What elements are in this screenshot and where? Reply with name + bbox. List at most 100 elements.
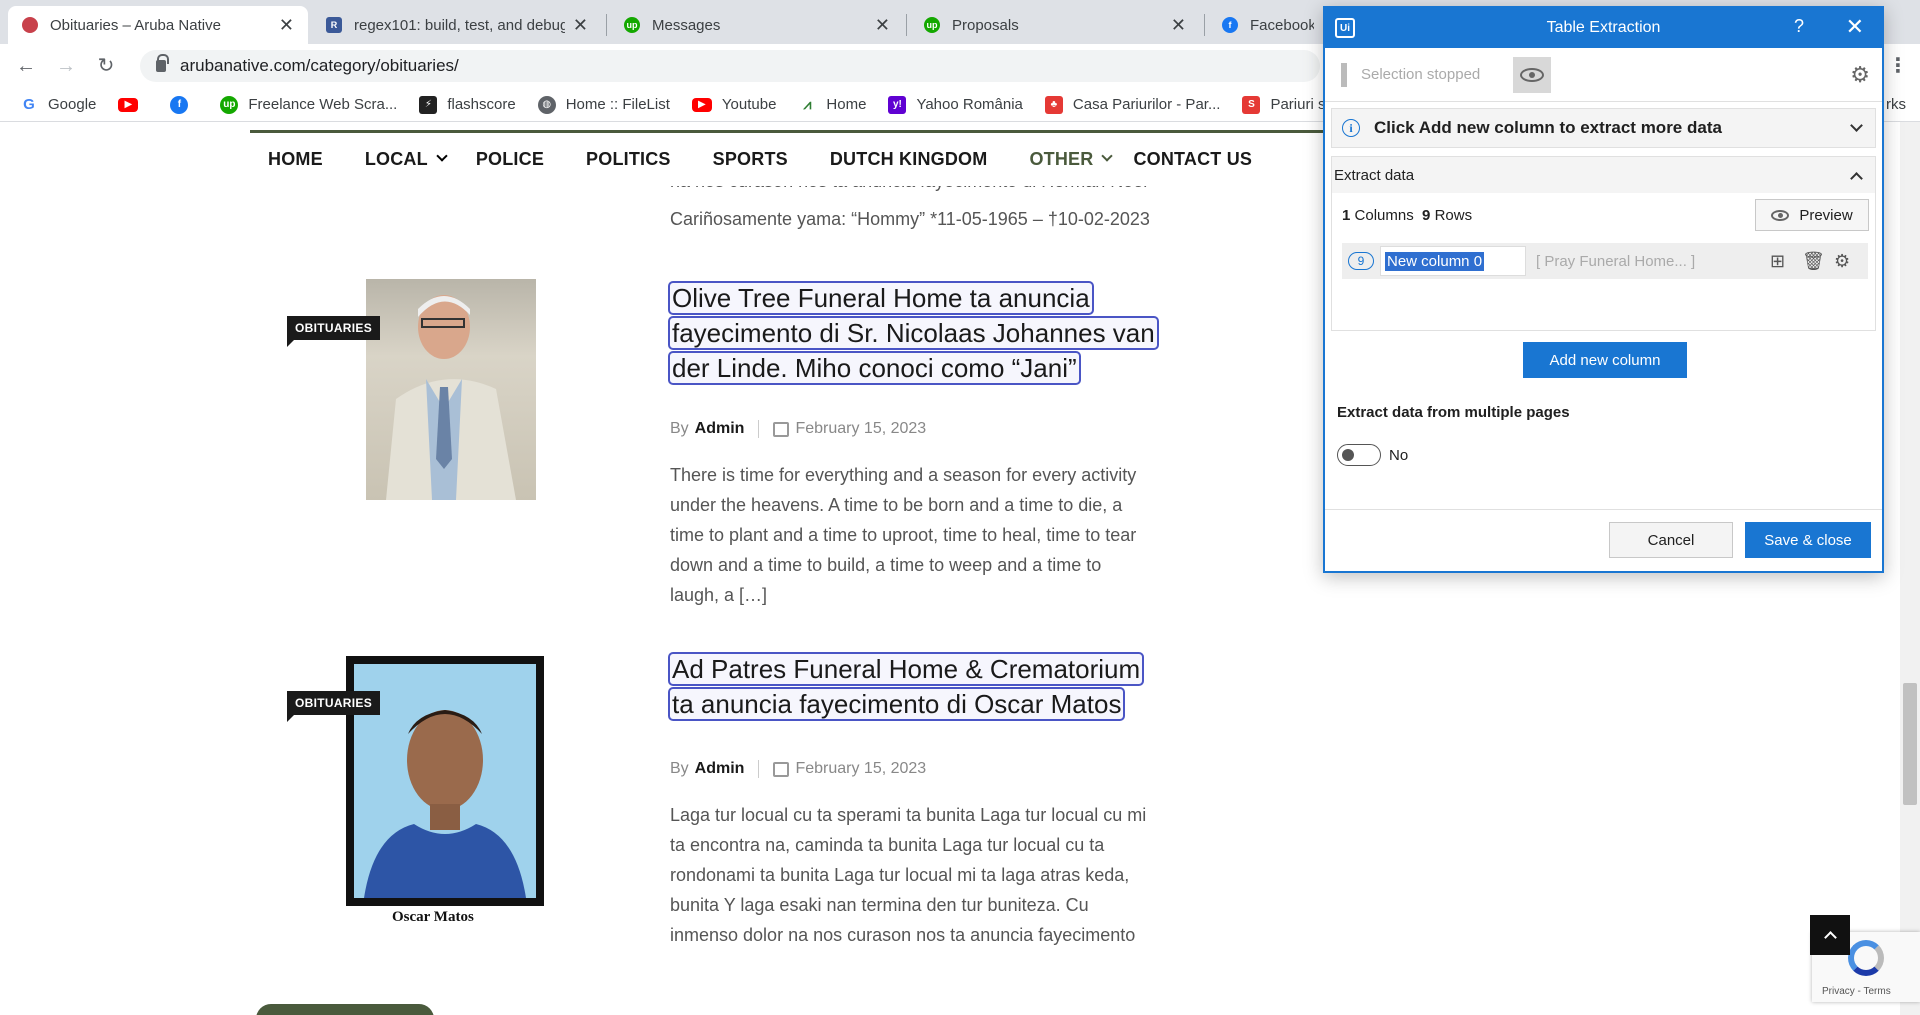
pause-icon[interactable]: [1341, 62, 1347, 87]
article-title-line[interactable]: fayecimento di Sr. Nicolaas Johannes van: [668, 316, 1159, 350]
close-icon[interactable]: ✕: [1171, 15, 1186, 36]
nav-home[interactable]: HOME: [268, 149, 323, 170]
portrait-image: [386, 295, 516, 500]
bookmark-youtube[interactable]: ▶: [118, 97, 148, 112]
bookmark-label: Google: [48, 96, 97, 113]
bookmarks-overflow[interactable]: rks: [1886, 96, 1906, 113]
highlight-toggle-button[interactable]: [1513, 57, 1551, 93]
address-bar[interactable]: arubanative.com/category/obituaries/: [140, 50, 1320, 82]
gear-icon[interactable]: ⚙: [1834, 251, 1850, 272]
bookmark-filelist[interactable]: ◍ Home :: FileList: [537, 95, 670, 114]
chevron-down-icon[interactable]: [436, 149, 448, 162]
regex101-icon: R: [326, 17, 342, 33]
pagination-pill[interactable]: [256, 1004, 434, 1015]
chevron-up-icon[interactable]: [1850, 172, 1863, 185]
save-close-button[interactable]: Save & close: [1745, 522, 1871, 558]
nav-other[interactable]: OTHER: [1029, 149, 1093, 170]
article-title[interactable]: Olive Tree Funeral Home ta anuncia fayec…: [668, 281, 1170, 386]
nav-dutch-kingdom[interactable]: DUTCH KINGDOM: [830, 149, 988, 170]
nav-contact-us[interactable]: CONTACT US: [1133, 149, 1252, 170]
reload-icon[interactable]: ↻: [92, 52, 120, 80]
article-date[interactable]: February 15, 2023: [795, 760, 926, 778]
column-row-counts: 1 Columns 9 Rows: [1342, 207, 1472, 224]
preview-label: Preview: [1799, 206, 1853, 224]
cancel-button[interactable]: Cancel: [1609, 522, 1733, 558]
extract-data-section: Extract data 1 Columns 9 Rows Preview 9 …: [1331, 156, 1876, 331]
multi-page-toggle[interactable]: [1337, 444, 1381, 466]
preview-button[interactable]: Preview: [1755, 199, 1869, 231]
section-header[interactable]: Extract data: [1332, 157, 1875, 193]
nav-sports[interactable]: SPORTS: [713, 149, 788, 170]
recaptcha-footer[interactable]: Privacy - Terms: [1822, 986, 1891, 997]
tab-proposals[interactable]: up Proposals ✕: [910, 6, 1200, 44]
bookmark-google[interactable]: G Google: [20, 95, 97, 114]
delete-icon[interactable]: 🗑: [1802, 251, 1825, 272]
article-excerpt: Laga tur locual cu ta sperami ta bunita …: [670, 800, 1170, 950]
back-arrow-icon[interactable]: ←: [12, 52, 40, 80]
category-badge[interactable]: OBITUARIES: [287, 691, 381, 722]
excerpt-line: time to plant and a time to uproot, time…: [670, 525, 1137, 545]
close-icon[interactable]: ✕: [573, 15, 588, 36]
scrollbar-thumb[interactable]: [1903, 683, 1917, 805]
menu-icon[interactable]: ⋮: [1884, 52, 1912, 80]
page-scrollbar[interactable]: [1900, 122, 1920, 1015]
forward-arrow-icon[interactable]: →: [52, 52, 80, 80]
tab-divider: [906, 14, 907, 36]
tab-regex101[interactable]: R regex101: build, test, and debug ✕: [312, 6, 602, 44]
upwork-icon: up: [924, 17, 940, 33]
meta-divider: [758, 760, 760, 778]
selection-toolbar: Selection stopped ⚙: [1325, 48, 1882, 102]
tab-title: Obituaries – Aruba Native: [50, 16, 221, 34]
bookmark-facebook[interactable]: f: [170, 95, 198, 114]
help-icon[interactable]: ?: [1794, 16, 1804, 37]
article-title-line[interactable]: Olive Tree Funeral Home ta anuncia: [668, 281, 1094, 315]
bookmark-freelance[interactable]: up Freelance Web Scra...: [220, 95, 398, 114]
tab-obituaries[interactable]: Obituaries – Aruba Native ✕: [8, 6, 308, 44]
bookmark-youtube-2[interactable]: ▶ Youtube: [691, 96, 777, 113]
excerpt-line: There is time for everything and a seaso…: [670, 465, 1137, 485]
bookmark-yahoo[interactable]: y! Yahoo România: [888, 95, 1023, 114]
selection-status: Selection stopped: [1361, 66, 1481, 83]
bookmark-home[interactable]: ⩘ Home: [798, 95, 867, 114]
bookmark-flashscore[interactable]: ⚡ flashscore: [419, 95, 516, 114]
article-photo[interactable]: [366, 279, 536, 500]
article-title-line[interactable]: ta anuncia fayecimento di Oscar Matos: [667, 687, 1126, 721]
dialog-titlebar[interactable]: Ui Table Extraction ? ✕: [1325, 8, 1882, 48]
column-row[interactable]: 9 New column 0 [ Pray Funeral Home... ] …: [1342, 243, 1868, 279]
nav-police[interactable]: POLICE: [476, 149, 544, 170]
nav-local[interactable]: LOCAL: [365, 149, 428, 170]
article-date[interactable]: February 15, 2023: [795, 420, 926, 438]
home-icon: ⩘: [798, 95, 817, 114]
yahoo-icon: y!: [888, 95, 907, 114]
bookmark-label: Home: [826, 96, 867, 113]
column-name-input[interactable]: New column 0: [1380, 246, 1526, 276]
chevron-down-icon[interactable]: [1101, 149, 1114, 162]
lock-icon: [156, 54, 169, 72]
category-badge[interactable]: OBITUARIES: [287, 316, 381, 347]
info-banner[interactable]: i Click Add new column to extract more d…: [1331, 108, 1876, 148]
excerpt-line: bunita Y laga esaki nan termina den tur …: [670, 895, 1089, 915]
article-title-line[interactable]: Ad Patres Funeral Home & Crematorium: [667, 652, 1145, 686]
gear-icon[interactable]: ⚙: [1850, 64, 1870, 86]
bookmark-casa[interactable]: ♣ Casa Pariurilor - Par...: [1044, 95, 1220, 114]
facebook-icon: f: [170, 95, 189, 114]
site-main-nav: HOME LOCAL POLICE POLITICS SPORTS DUTCH …: [250, 130, 1350, 186]
back-to-top-button[interactable]: [1810, 915, 1850, 955]
article-title-line[interactable]: der Linde. Miho conoci como “Jani”: [668, 351, 1081, 385]
close-icon[interactable]: ✕: [875, 15, 890, 36]
edit-column-icon[interactable]: ⊞: [1770, 251, 1785, 272]
previous-excerpt-line: Cariñosamente yama: “Hommy” *11-05-1965 …: [670, 209, 1150, 229]
close-icon[interactable]: ✕: [1846, 14, 1864, 40]
author-link[interactable]: Admin: [695, 760, 745, 778]
bookmark-label: Freelance Web Scra...: [248, 96, 398, 113]
article-excerpt: There is time for everything and a seaso…: [670, 460, 1170, 610]
tab-facebook[interactable]: f Facebook: [1208, 6, 1328, 44]
close-icon[interactable]: ✕: [279, 15, 294, 36]
add-new-column-button[interactable]: Add new column: [1523, 342, 1687, 378]
tab-messages[interactable]: up Messages ✕: [610, 6, 904, 44]
article-title[interactable]: Ad Patres Funeral Home & Crematorium ta …: [667, 652, 1170, 722]
nav-politics[interactable]: POLITICS: [586, 149, 671, 170]
bookmark-label: Youtube: [721, 96, 777, 113]
author-link[interactable]: Admin: [695, 420, 745, 438]
chevron-down-icon[interactable]: [1850, 119, 1863, 132]
